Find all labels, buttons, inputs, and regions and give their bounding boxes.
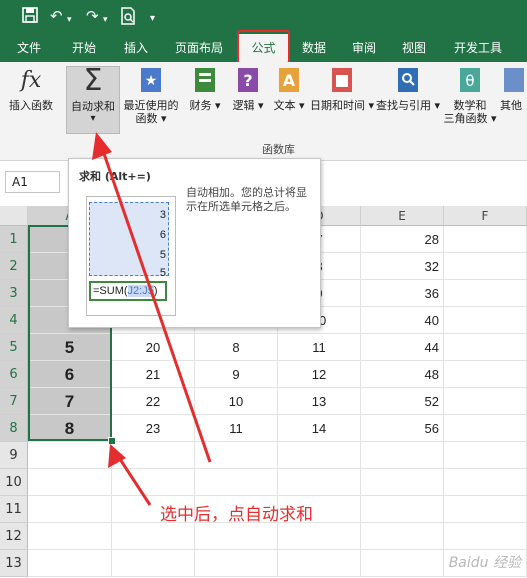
arrow-to-autosum-head xyxy=(92,132,112,160)
annotation-arrows xyxy=(92,132,212,506)
watermark: Baidu 经验 xyxy=(448,555,521,571)
arrow-to-autosum xyxy=(98,141,212,463)
arrow-to-selection xyxy=(114,452,152,506)
annotation-text: 选中后，点自动求和 xyxy=(160,505,313,525)
